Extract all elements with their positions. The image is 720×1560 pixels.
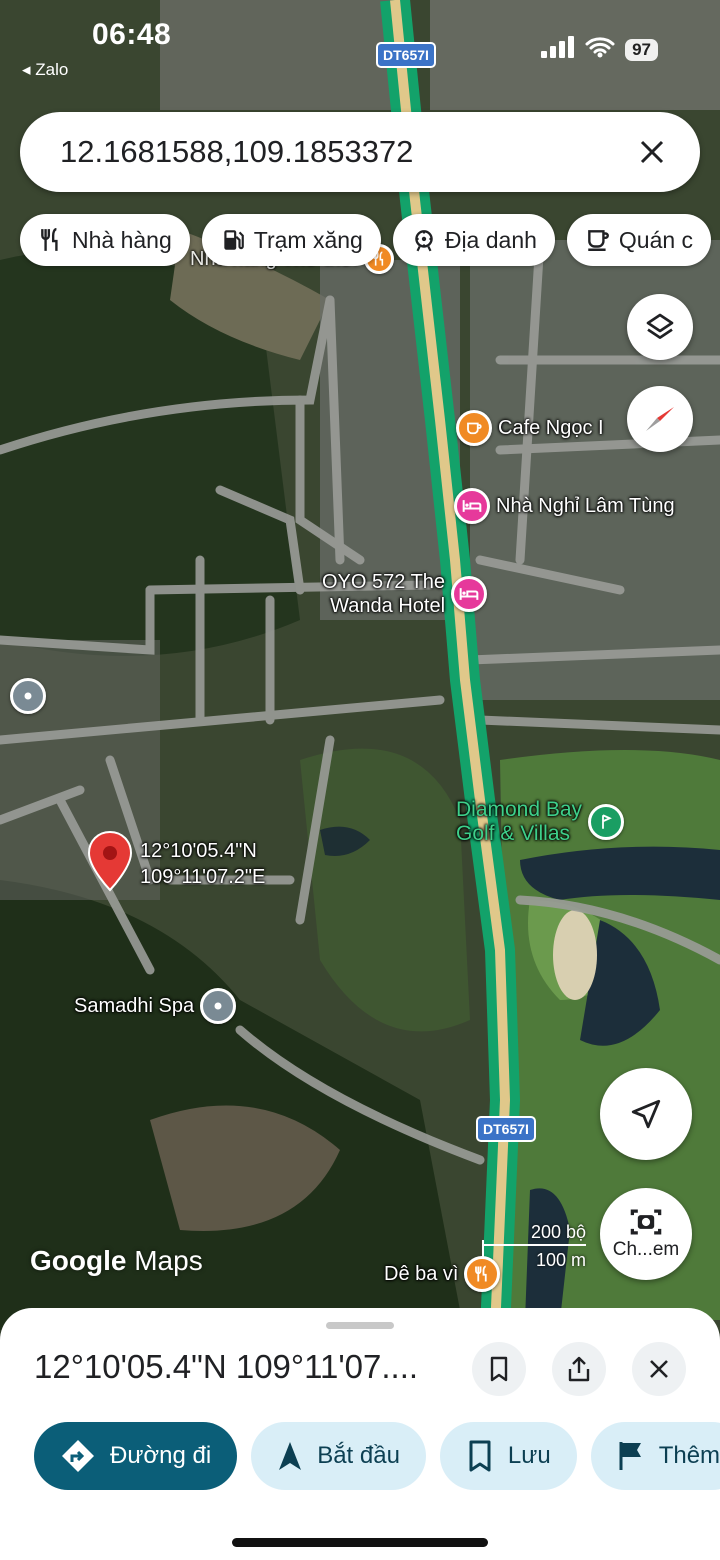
place-title: 12°10'05.4"N 109°11'07.... (34, 1348, 419, 1385)
navigation-arrow-icon (631, 1099, 661, 1129)
map-scale: 200 bộ 100 m (482, 1222, 586, 1272)
scale-bar-tick (482, 1240, 484, 1258)
share-button[interactable] (552, 1342, 606, 1396)
poi-hotel-label: OYO 572 The Wanda Hotel (322, 571, 446, 617)
landmark-icon (415, 230, 433, 252)
layers-button[interactable] (627, 294, 693, 360)
poi-golf[interactable]: Diamond Bay Golf & Villas (456, 798, 625, 846)
status-indicators: 97 (541, 36, 658, 63)
directions-icon (62, 1440, 94, 1472)
compass-button[interactable] (627, 386, 693, 452)
my-location-button[interactable] (600, 1068, 692, 1160)
close-icon (650, 1360, 668, 1378)
poi-cafe-label: Cafe Ngọc I (498, 417, 604, 439)
poi-spa[interactable]: Samadhi Spa (74, 988, 237, 1024)
road-shield-bottom: DT657I (476, 1116, 536, 1142)
poi-spa-label: Samadhi Spa (74, 995, 195, 1017)
coffee-icon (588, 230, 609, 251)
poi-restaurant-bottom-label: Dê ba vì (384, 1263, 459, 1285)
chip-restaurants-label: Nhà hàng (72, 226, 172, 253)
scale-metric: 100 m (535, 1250, 586, 1270)
golf-icon (588, 804, 625, 840)
close-icon (640, 140, 664, 164)
camera-lens-icon (630, 1209, 662, 1235)
camera-search-button[interactable]: Ch...em (600, 1188, 692, 1280)
restaurant-icon (41, 227, 58, 251)
clear-search-button[interactable] (630, 130, 674, 174)
logo-maps: Maps (134, 1245, 203, 1276)
google-maps-logo: Google Maps (30, 1245, 203, 1277)
share-icon (568, 1356, 590, 1382)
save-place-button[interactable] (472, 1342, 526, 1396)
poi-golf-label: Diamond Bay Golf & Villas (456, 798, 583, 845)
category-chips: Nhà hàng Trạm xăng Địa danh Quán c (20, 214, 712, 266)
battery-indicator: 97 (625, 38, 658, 61)
pin-longitude: 109°11'07.2"E (140, 866, 266, 888)
dropped-pin-icon[interactable] (86, 830, 134, 897)
layers-icon (646, 313, 674, 339)
hotel-icon (451, 576, 488, 612)
home-indicator[interactable] (232, 1538, 488, 1547)
chip-cafes-label: Quán c (618, 226, 694, 253)
chip-gas-stations-label: Trạm xăng (253, 226, 363, 253)
flag-icon (619, 1442, 641, 1470)
chip-landmarks-label: Địa danh (444, 226, 537, 253)
road-shield-top: DT657I (376, 42, 436, 68)
place-bottom-sheet[interactable]: 12°10'05.4"N 109°11'07.... Đường đi Bắt … (0, 1308, 720, 1560)
search-bar[interactable]: 12.1681588,109.1853372 (20, 112, 700, 192)
gas-station-icon (224, 230, 244, 250)
start-button[interactable]: Bắt đầu (251, 1422, 426, 1490)
chip-gas-stations[interactable]: Trạm xăng (201, 214, 381, 266)
more-label: Thêm (658, 1442, 720, 1469)
start-label: Bắt đầu (317, 1442, 400, 1469)
chip-landmarks[interactable]: Địa danh (392, 214, 555, 266)
bookmark-icon (490, 1356, 508, 1382)
poi-cafe[interactable]: Cafe Ngọc I (456, 410, 604, 446)
compass-icon (646, 407, 674, 431)
search-query[interactable]: 12.1681588,109.1853372 (60, 134, 630, 170)
close-sheet-button[interactable] (632, 1342, 686, 1396)
sheet-drag-handle[interactable] (326, 1322, 394, 1329)
poi-motel-label: Nhà Nghỉ Lâm Tùng (496, 495, 675, 517)
hotel-icon (454, 488, 490, 524)
camera-search-label: Ch...em (612, 1239, 680, 1260)
signal-icon (541, 36, 575, 63)
map-pin-icon (10, 678, 46, 714)
scale-imperial: 200 bộ (530, 1222, 586, 1242)
pin-latitude: 12°10'05.4"N (140, 840, 257, 862)
pin-coordinates: 12°10'05.4"N 109°11'07.2"E (140, 838, 265, 890)
back-to-app-link[interactable]: ◂ Zalo (22, 60, 68, 80)
map-pin-icon (200, 988, 237, 1024)
wifi-icon (585, 36, 615, 63)
save-label: Lưu (507, 1442, 551, 1469)
action-buttons: Đường đi Bắt đầu Lưu Thêm (34, 1422, 720, 1490)
poi-hotel[interactable]: OYO 572 The Wanda Hotel (322, 570, 488, 618)
directions-button[interactable]: Đường đi (34, 1422, 238, 1490)
logo-google: Google (30, 1245, 127, 1276)
coffee-icon (456, 410, 492, 446)
navigation-arrow-icon (279, 1442, 302, 1470)
more-button[interactable]: Thêm (590, 1422, 720, 1490)
scale-bar (482, 1244, 586, 1246)
save-button[interactable]: Lưu (439, 1422, 577, 1490)
chip-cafes[interactable]: Quán c (566, 214, 712, 266)
poi-left-edge[interactable] (10, 678, 46, 714)
status-time: 06:48 (92, 18, 172, 51)
maps-screen: DT657I DT657I Nhà hàng Thơ thơi Cafe Ngọ… (0, 0, 720, 1560)
chip-restaurants[interactable]: Nhà hàng (20, 214, 190, 266)
poi-motel[interactable]: Nhà Nghỉ Lâm Tùng (454, 488, 675, 524)
directions-label: Đường đi (110, 1442, 212, 1469)
bookmark-icon (469, 1440, 491, 1472)
